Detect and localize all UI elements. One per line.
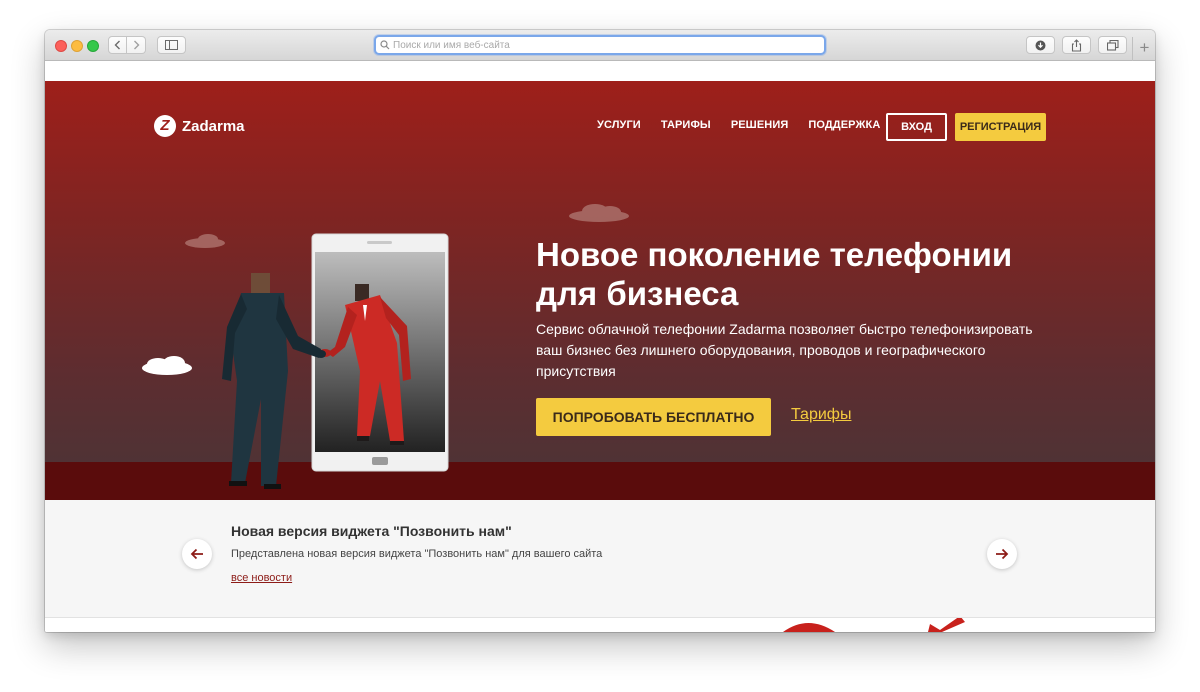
logo-text: Zadarma	[182, 117, 245, 135]
hero-title-line-1: Новое поколение телефонии	[536, 236, 1013, 273]
all-news-link[interactable]: все новости	[231, 572, 292, 584]
chevron-right-icon	[133, 40, 139, 50]
download-icon	[1035, 40, 1046, 50]
share-icon	[1071, 38, 1082, 52]
news-next-button[interactable]	[987, 539, 1017, 569]
hero-section: Z Zadarma УСЛУГИ ТАРИФЫ РЕШЕНИЯ ПОДДЕРЖК…	[45, 81, 1155, 500]
sidebar-button[interactable]	[157, 36, 186, 54]
hero-description: Сервис облачной телефонии Zadarma позвол…	[536, 321, 1033, 379]
forward-button[interactable]	[127, 36, 146, 54]
site-logo[interactable]: Z Zadarma	[154, 115, 245, 137]
share-button[interactable]	[1062, 36, 1091, 54]
search-icon	[380, 40, 390, 50]
zadarma-logo-icon: Z	[154, 115, 176, 137]
login-button[interactable]: ВХОД	[886, 113, 947, 141]
cloud-right-icon	[569, 204, 629, 222]
new-tab-button[interactable]: +	[1132, 37, 1155, 61]
cloud-top-icon	[185, 234, 225, 248]
news-text: Представлена новая версия виджета "Позво…	[231, 548, 603, 560]
news-prev-button[interactable]	[182, 539, 212, 569]
news-section: Новая версия виджета "Позвонить нам" Пре…	[45, 500, 1155, 618]
close-window-button[interactable]	[55, 40, 67, 52]
address-bar[interactable]	[374, 35, 826, 55]
tariffs-link[interactable]: Тарифы	[791, 406, 851, 424]
main-nav: УСЛУГИ ТАРИФЫ РЕШЕНИЯ ПОДДЕРЖКА	[597, 119, 880, 131]
sidebar-icon	[165, 40, 178, 50]
show-tabs-button[interactable]	[1098, 36, 1127, 54]
nav-item-tariffs[interactable]: ТАРИФЫ	[661, 119, 711, 131]
nav-item-solutions[interactable]: РЕШЕНИЯ	[731, 119, 789, 131]
decorative-shapes-icon	[783, 618, 965, 632]
hero-illustration	[142, 233, 449, 489]
arrow-right-icon	[996, 548, 1009, 560]
web-content: Z Zadarma УСЛУГИ ТАРИФЫ РЕШЕНИЯ ПОДДЕРЖК…	[45, 61, 1155, 632]
chevron-left-icon	[114, 40, 120, 50]
hero-title-line-2: для бизнеса	[536, 275, 739, 312]
nav-item-services[interactable]: УСЛУГИ	[597, 119, 641, 131]
minimize-window-button[interactable]	[71, 40, 83, 52]
cloud-left-icon	[142, 356, 192, 375]
browser-toolbar: +	[45, 30, 1155, 61]
tabs-icon	[1106, 39, 1119, 51]
next-section-peek	[45, 618, 1155, 632]
arrow-left-icon	[190, 548, 203, 560]
address-input[interactable]	[393, 37, 813, 53]
man-in-dark-suit-icon	[222, 273, 321, 489]
nav-item-support[interactable]: ПОДДЕРЖКА	[808, 119, 880, 131]
news-title[interactable]: Новая версия виджета "Позвонить нам"	[231, 523, 512, 539]
browser-window: +	[45, 30, 1155, 632]
downloads-button[interactable]	[1026, 36, 1055, 54]
back-button[interactable]	[108, 36, 127, 54]
hero-title: Новое поколение телефонии для бизнеса	[536, 235, 1076, 313]
try-free-button[interactable]: ПОПРОБОВАТЬ БЕСПЛАТНО	[536, 398, 771, 436]
register-button[interactable]: РЕГИСТРАЦИЯ	[955, 113, 1046, 141]
zoom-window-button[interactable]	[87, 40, 99, 52]
